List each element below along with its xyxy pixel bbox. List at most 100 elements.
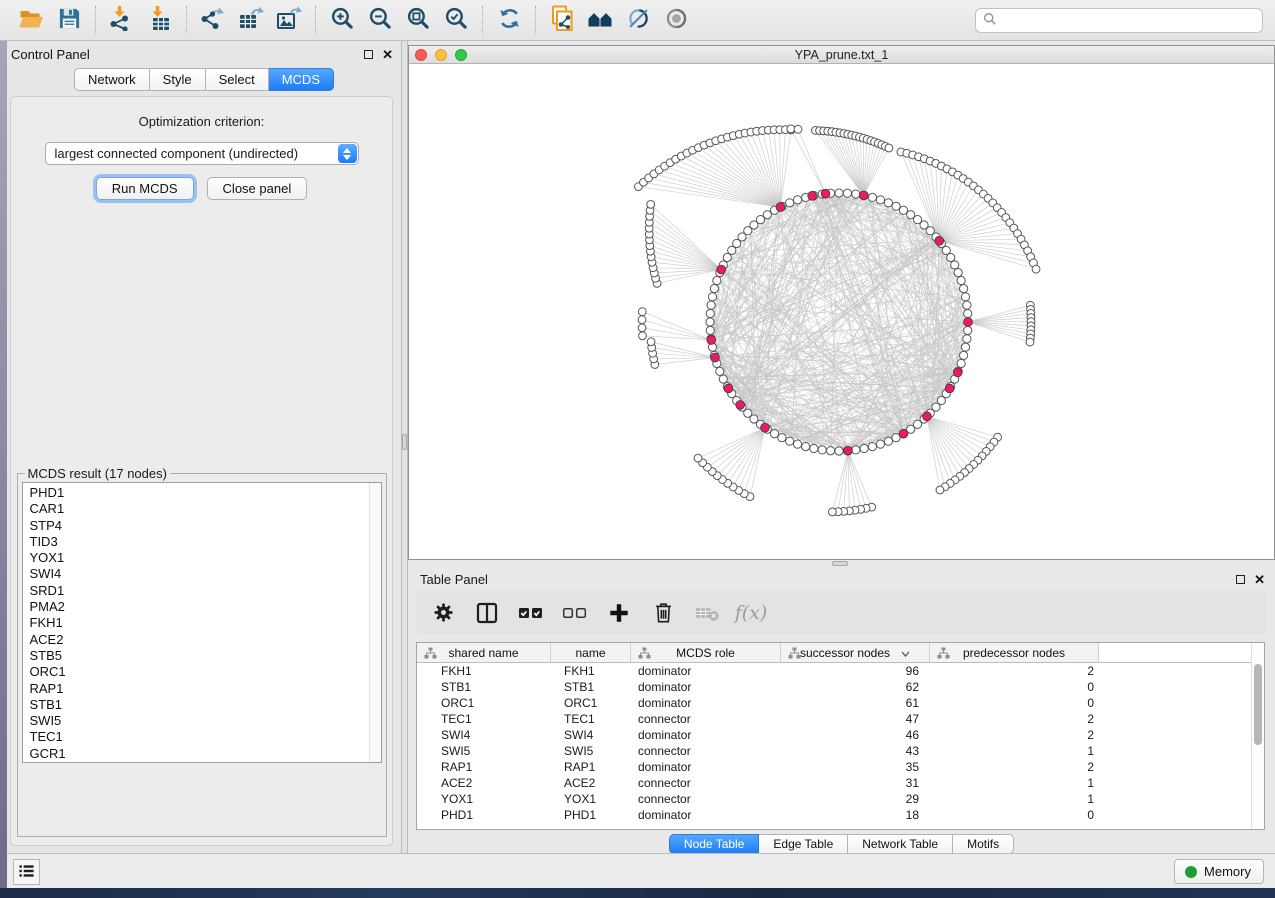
mcds-result-item[interactable]: CAR1 — [30, 501, 381, 517]
tab-edge-table[interactable]: Edge Table — [759, 834, 848, 854]
tab-select[interactable]: Select — [206, 68, 269, 91]
column-header-shared-name[interactable]: shared name — [417, 643, 551, 662]
memory-button-label: Memory — [1204, 864, 1251, 879]
clone-network-button[interactable] — [543, 4, 581, 36]
mcds-result-item[interactable]: SRD1 — [30, 583, 381, 599]
mcds-result-item[interactable]: STB5 — [30, 648, 381, 664]
network-view[interactable] — [409, 64, 1274, 559]
table-row[interactable]: FKH1FKH1dominator962 — [417, 663, 1264, 679]
table-row[interactable]: ACE2ACE2connector311 — [417, 775, 1264, 791]
function-builder-icon[interactable]: f(x) — [736, 598, 766, 628]
memory-button[interactable]: Memory — [1174, 859, 1264, 884]
table-row[interactable]: SWI5SWI5connector431 — [417, 743, 1264, 759]
select-all-icon[interactable] — [516, 598, 546, 628]
desktop-background-bottom — [0, 888, 1275, 898]
toolbar-search[interactable] — [975, 8, 1263, 33]
cell-predecessors: 1 — [930, 776, 1099, 790]
tree-icon — [937, 647, 950, 662]
close-panel-icon[interactable]: ✕ — [382, 48, 393, 61]
import-network-button[interactable] — [103, 4, 141, 36]
split-columns-icon[interactable] — [472, 598, 502, 628]
run-mcds-button[interactable]: Run MCDS — [96, 177, 194, 200]
zoom-selected-button[interactable] — [437, 4, 475, 36]
delete-table-icon[interactable] — [692, 598, 722, 628]
table-row[interactable]: YOX1YOX1connector291 — [417, 791, 1264, 807]
mcds-result-item[interactable]: YOX1 — [30, 550, 381, 566]
splitter-grip[interactable] — [832, 561, 848, 566]
mcds-result-item[interactable]: SWI4 — [30, 566, 381, 582]
table-scrollbar[interactable] — [1251, 643, 1264, 829]
mcds-result-item[interactable]: PMA2 — [30, 599, 381, 615]
save-session-button[interactable] — [50, 4, 88, 36]
optimization-criterion-select[interactable]: largest connected component (undirected) — [45, 142, 359, 165]
deselect-all-icon[interactable] — [560, 598, 590, 628]
cell-role: connector — [631, 792, 781, 806]
toolbar-separator — [315, 6, 316, 34]
toolbar-separator — [482, 6, 483, 34]
table-row[interactable]: PHD1PHD1dominator180 — [417, 807, 1264, 823]
open-file-button[interactable] — [12, 4, 50, 36]
horizontal-splitter[interactable] — [408, 560, 1275, 568]
splitter-grip[interactable] — [402, 434, 407, 450]
mcds-result-item[interactable]: GCR1 — [30, 746, 381, 762]
cell-role: connector — [631, 744, 781, 758]
zoom-out-button[interactable] — [361, 4, 399, 36]
control-panel: Control Panel ✕ Network Style Select MCD… — [7, 41, 401, 853]
tab-network-table[interactable]: Network Table — [848, 834, 953, 854]
scrollbar-thumb[interactable] — [1254, 664, 1262, 745]
mcds-result-item[interactable]: ACE2 — [30, 632, 381, 648]
tab-mcds[interactable]: MCDS — [269, 68, 334, 91]
float-panel-icon[interactable] — [1236, 575, 1245, 584]
mcds-result-item[interactable]: SWI5 — [30, 713, 381, 729]
mcds-result-list[interactable]: PHD1CAR1STP4TID3YOX1SWI4SRD1PMA2FKH1ACE2… — [22, 482, 382, 763]
table-row[interactable]: RAP1RAP1dominator352 — [417, 759, 1264, 775]
toolbar-separator — [95, 6, 96, 34]
export-network-button[interactable] — [194, 4, 232, 36]
zoom-fit-button[interactable] — [399, 4, 437, 36]
tab-network[interactable]: Network — [74, 68, 150, 91]
column-header-predecessor-nodes[interactable]: predecessor nodes — [930, 643, 1099, 662]
mcds-result-item[interactable]: PHD1 — [30, 485, 381, 501]
settings-gear-icon[interactable] — [428, 598, 458, 628]
hide-graphics-details-button[interactable] — [619, 4, 657, 36]
export-table-button[interactable] — [232, 4, 270, 36]
cell-name: ACE2 — [551, 776, 631, 790]
mcds-result-item[interactable]: STB1 — [30, 697, 381, 713]
cell-name: YOX1 — [551, 792, 631, 806]
delete-column-icon[interactable] — [648, 598, 678, 628]
mcds-result-item[interactable]: STP4 — [30, 518, 381, 534]
close-panel-button[interactable]: Close panel — [207, 177, 308, 200]
home-networks-button[interactable] — [581, 4, 619, 36]
export-image-button[interactable] — [270, 4, 308, 36]
show-graphics-details-button[interactable] — [657, 4, 695, 36]
float-panel-icon[interactable] — [364, 50, 373, 59]
network-window-titlebar[interactable]: YPA_prune.txt_1 — [409, 46, 1274, 64]
tab-motifs[interactable]: Motifs — [953, 834, 1014, 854]
table-row[interactable]: ORC1ORC1dominator610 — [417, 695, 1264, 711]
mcds-result-item[interactable]: TEC1 — [30, 729, 381, 745]
mcds-result-item[interactable]: FKH1 — [30, 615, 381, 631]
close-panel-icon[interactable]: ✕ — [1254, 573, 1265, 586]
table-row[interactable]: SWI4SWI4dominator462 — [417, 727, 1264, 743]
result-list-scrollbar[interactable] — [369, 483, 381, 762]
cell-predecessors: 1 — [930, 744, 1099, 758]
vertical-splitter[interactable] — [401, 41, 408, 853]
show-panels-button[interactable] — [13, 859, 40, 885]
table-row[interactable]: TEC1TEC1connector472 — [417, 711, 1264, 727]
cell-predecessors: 2 — [930, 760, 1099, 774]
refresh-layout-button[interactable] — [490, 4, 528, 36]
table-row[interactable]: STB1STB1dominator620 — [417, 679, 1264, 695]
optimization-criterion-label: Optimization criterion: — [139, 114, 265, 129]
tab-style[interactable]: Style — [150, 68, 206, 91]
add-column-icon[interactable] — [604, 598, 634, 628]
search-input[interactable] — [1002, 13, 1255, 28]
column-header-successor-nodes[interactable]: successor nodes — [781, 643, 930, 662]
tab-node-table[interactable]: Node Table — [669, 834, 760, 854]
zoom-in-button[interactable] — [323, 4, 361, 36]
column-header-mcds-role[interactable]: MCDS role — [631, 643, 781, 662]
column-header-name[interactable]: name — [551, 643, 631, 662]
import-table-button[interactable] — [141, 4, 179, 36]
mcds-result-item[interactable]: ORC1 — [30, 664, 381, 680]
mcds-result-item[interactable]: TID3 — [30, 534, 381, 550]
mcds-result-item[interactable]: RAP1 — [30, 681, 381, 697]
